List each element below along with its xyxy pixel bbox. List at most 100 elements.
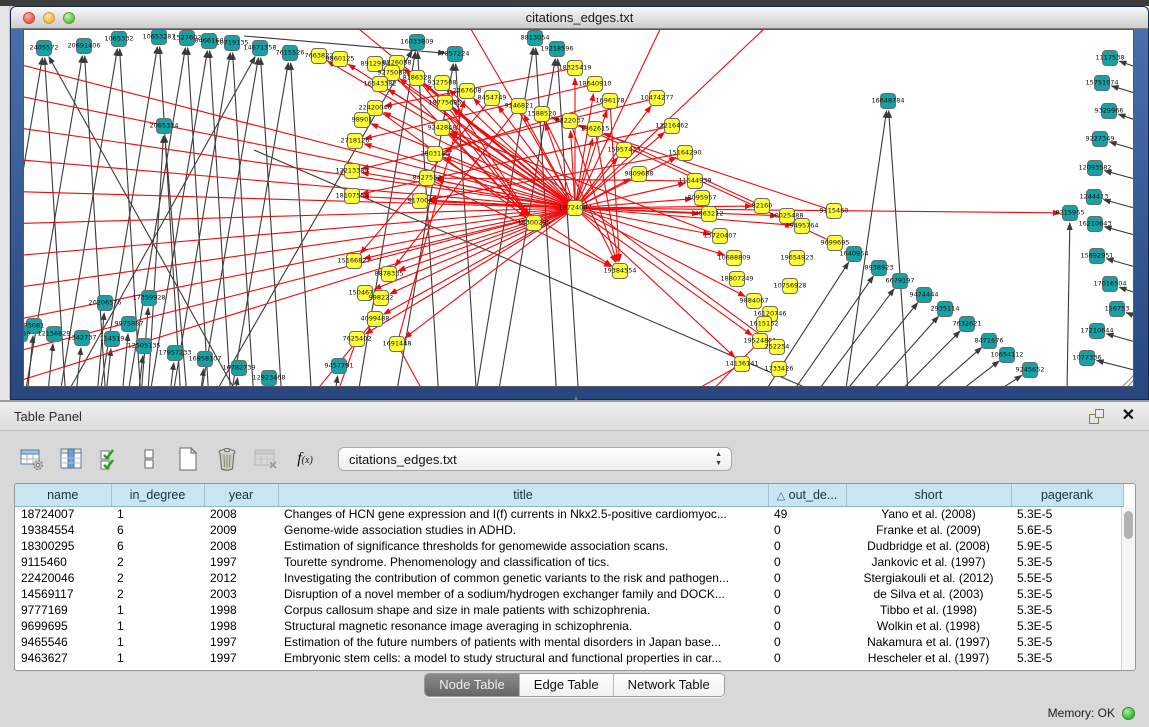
graph-node[interactable]: 10474277 <box>640 91 673 106</box>
graph-node[interactable]: 1733426 <box>765 362 794 377</box>
graph-node[interactable]: 2065334 <box>150 119 179 134</box>
graph-node[interactable]: 16648784 <box>871 94 904 109</box>
graph-node[interactable]: 20206576 <box>88 296 121 311</box>
graph-node[interactable]: 1065332 <box>105 32 134 47</box>
graph-node[interactable]: 12093582 <box>1078 161 1111 176</box>
new-column-icon[interactable] <box>174 445 202 473</box>
graph-node[interactable]: 1077336 <box>1073 351 1102 366</box>
close-panel-icon[interactable]: ✕ <box>1122 406 1135 426</box>
table-row[interactable]: 1938455462009Genome-wide association stu… <box>15 522 1123 538</box>
graph-node[interactable]: 9860125 <box>326 52 355 67</box>
column-header-short[interactable]: short <box>846 484 1011 506</box>
graph-node[interactable]: 9329966 <box>1095 104 1124 119</box>
graph-node[interactable]: 13216462 <box>655 119 688 134</box>
resize-grip-icon[interactable] <box>1122 374 1134 387</box>
graph-node[interactable]: 18325419 <box>558 61 591 76</box>
tab-node-table[interactable]: Node Table <box>425 674 520 696</box>
graph-node[interactable]: 1342737 <box>68 331 97 346</box>
graph-node[interactable]: 252254 <box>765 340 790 355</box>
graph-node[interactable]: 8471676 <box>975 334 1004 349</box>
graph-node[interactable]: 8215955 <box>1056 206 1085 221</box>
graph-node[interactable]: 16210643 <box>1078 217 1111 232</box>
column-header-name[interactable]: name <box>15 484 111 506</box>
zoom-button[interactable] <box>63 12 75 24</box>
graph-node[interactable]: 11544939 <box>678 174 711 189</box>
graph-node[interactable]: 2405572 <box>30 41 59 56</box>
graph-node[interactable]: 10653287 <box>142 30 175 45</box>
graph-node[interactable]: 8454749 <box>478 91 507 106</box>
graph-node[interactable]: 10756928 <box>773 279 806 294</box>
graph-node[interactable]: 998222 <box>369 291 394 306</box>
table-scrollbar-thumb[interactable] <box>1124 511 1133 539</box>
graph-node[interactable]: 1117538 <box>1096 51 1125 66</box>
graph-node[interactable]: 8938923 <box>865 261 894 276</box>
deselect-all-rows-icon[interactable] <box>135 445 163 473</box>
float-panel-icon[interactable] <box>1088 408 1105 425</box>
graph-node[interactable]: 15720407 <box>703 229 736 244</box>
graph-node[interactable]: 17016504 <box>1093 277 1126 292</box>
table-row[interactable]: 1872400712008Changes of HCN gene express… <box>15 506 1123 522</box>
graph-node[interactable]: 19654923 <box>780 251 813 266</box>
table-row[interactable]: 1830029562008Estimation of significance … <box>15 538 1123 554</box>
graph-node[interactable]: 6679197 <box>886 274 915 289</box>
table-selector-dropdown[interactable]: citations_edges.txt ▲▼ <box>338 447 732 471</box>
graph-node[interactable]: 114519 <box>100 332 125 347</box>
graph-node[interactable]: 17957233 <box>158 346 191 361</box>
graph-node[interactable]: 16782739 <box>222 361 255 376</box>
graph-node[interactable]: 15957433 <box>607 143 640 158</box>
graph-node[interactable]: 19495764 <box>785 219 818 234</box>
graph-node[interactable]: 18300295 <box>517 216 550 231</box>
graph-node[interactable]: 9115460 <box>820 204 849 219</box>
graph-node[interactable]: 1588520 <box>528 107 557 122</box>
window-titlebar[interactable]: citations_edges.txt <box>11 7 1148 29</box>
graph-node[interactable]: 33159 <box>24 327 30 342</box>
close-button[interactable] <box>23 12 35 24</box>
column-visibility-icon[interactable] <box>57 445 85 473</box>
graph-node[interactable]: 116753 <box>1105 302 1130 317</box>
table-row[interactable]: 977716911998Corpus callosum shape and si… <box>15 602 1123 618</box>
graph-node[interactable]: 9884067 <box>740 294 769 309</box>
graph-node[interactable]: 18775685 <box>428 96 461 111</box>
graph-node[interactable]: 16958107 <box>188 352 221 367</box>
select-all-rows-icon[interactable] <box>96 445 124 473</box>
graph-node[interactable]: 15692951 <box>1080 249 1113 264</box>
graph-node[interactable]: 7625402 <box>343 332 372 347</box>
graph-node[interactable]: 82160 <box>752 199 773 214</box>
graph-node[interactable]: 10688809 <box>717 251 750 266</box>
table-row[interactable]: 946362711997Embryonic stem cells: a mode… <box>15 650 1123 666</box>
graph-node[interactable]: 9457791 <box>325 359 354 374</box>
graph-node[interactable]: 18640910 <box>578 77 611 92</box>
graph-node[interactable]: 9245652 <box>1016 363 1045 378</box>
graph-node[interactable]: 19384554 <box>603 264 636 279</box>
graph-node[interactable]: 98901 <box>352 113 373 128</box>
graph-node[interactable]: 14671358 <box>243 41 276 56</box>
table-scrollbar[interactable] <box>1121 507 1135 670</box>
graph-node[interactable]: 15166827 <box>337 254 370 269</box>
network-canvas[interactable]: 2405572206914061065332106532871527602846… <box>23 29 1134 387</box>
graph-node[interactable]: 2718126 <box>341 134 370 149</box>
graph-node[interactable]: 17210644 <box>1080 324 1113 339</box>
graph-node[interactable]: 16033809 <box>400 35 433 50</box>
column-header-title[interactable]: title <box>278 484 768 506</box>
graph-node[interactable]: 14136141 <box>725 357 758 372</box>
graph-node[interactable]: 1615152 <box>750 317 779 332</box>
graph-node[interactable]: 4099488 <box>361 312 390 327</box>
tab-network-table[interactable]: Network Table <box>614 674 724 696</box>
graph-node[interactable]: 18807249 <box>720 272 753 287</box>
column-header-out_de[interactable]: △ out_de... <box>768 484 846 506</box>
graph-node[interactable]: 8813054 <box>521 31 550 46</box>
graph-node[interactable]: 20691406 <box>67 39 100 54</box>
column-header-in_degree[interactable]: in_degree <box>111 484 204 506</box>
table-row[interactable]: 946554611997Estimation of the future num… <box>15 634 1123 650</box>
graph-node[interactable]: 15751074 <box>1085 76 1118 91</box>
table-row[interactable]: 911546021997Tourette syndrome. Phenomeno… <box>15 554 1123 570</box>
table-row[interactable]: 2242004622012Investigating the contribut… <box>15 570 1123 586</box>
graph-node[interactable]: 9699695 <box>821 236 850 251</box>
graph-node[interactable]: 16543382 <box>363 77 396 92</box>
graph-node[interactable]: 2935114 <box>931 302 960 317</box>
table-options-icon[interactable] <box>18 445 46 473</box>
minimize-button[interactable] <box>43 12 55 24</box>
graph-node[interactable]: 12505135 <box>127 339 160 354</box>
graph-node[interactable]: 1691448 <box>383 337 412 352</box>
graph-node[interactable]: 10654112 <box>990 348 1023 363</box>
